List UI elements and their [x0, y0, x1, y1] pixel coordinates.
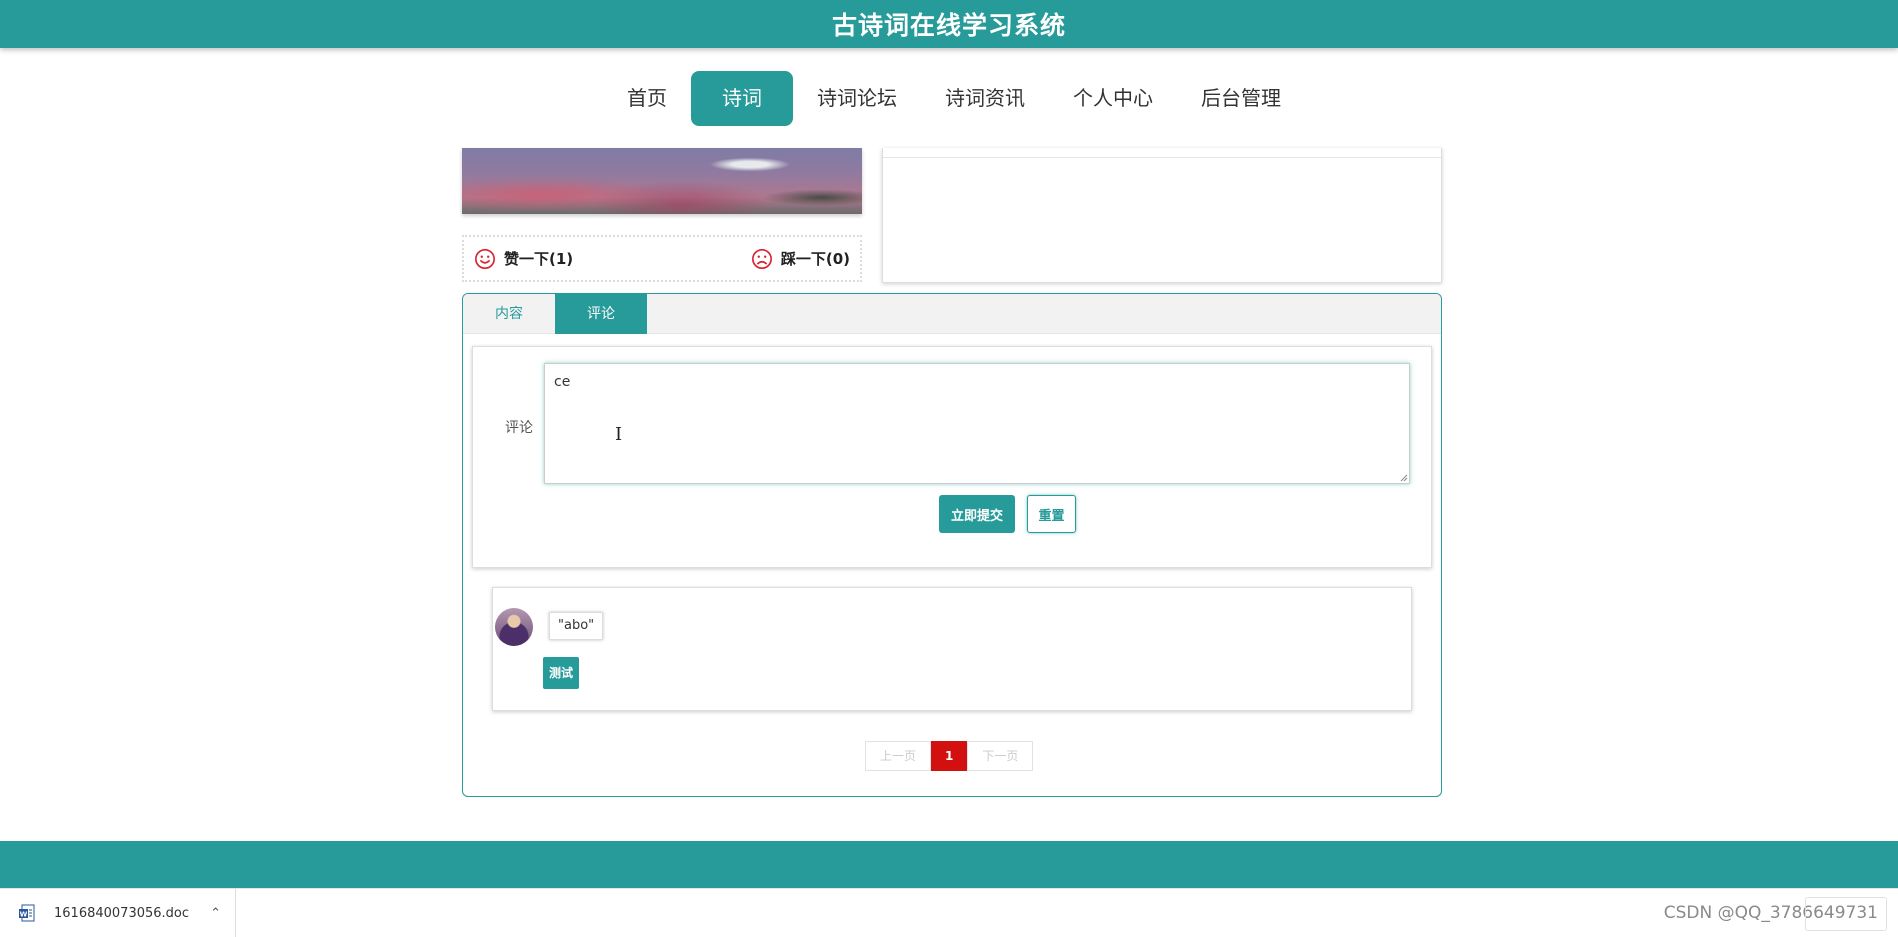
comment-textarea[interactable]: ce [544, 363, 1410, 484]
nav-item-news[interactable]: 诗词资讯 [921, 71, 1049, 126]
text-cursor-icon: I [615, 424, 623, 445]
next-page-button[interactable]: 下一页 [967, 741, 1034, 771]
comment-form: 评论 ce I 立即提交 重置 [472, 346, 1432, 568]
page-number-current[interactable]: 1 [931, 741, 968, 771]
nav-item-forum[interactable]: 诗词论坛 [793, 71, 921, 126]
pagination: 上一页 1 下一页 [865, 741, 1034, 771]
tab-bar: 内容 评论 [463, 294, 1441, 334]
tab-comments[interactable]: 评论 [555, 294, 647, 334]
comment-username: "abo" [549, 612, 604, 640]
comment-field-label: 评论 [505, 420, 533, 436]
prev-page-button[interactable]: 上一页 [865, 741, 932, 771]
like-label: 赞一下(1) [504, 250, 574, 268]
dislike-button[interactable]: 踩一下(0) [751, 248, 850, 270]
nav-item-admin[interactable]: 后台管理 [1177, 71, 1305, 126]
word-doc-icon: W [19, 904, 35, 922]
nav-item-poems[interactable]: 诗词 [691, 71, 793, 126]
svg-text:W: W [20, 910, 28, 918]
site-title: 古诗词在线学习系统 [831, 11, 1066, 40]
comment-item: "abo" 测试 [492, 587, 1412, 711]
resize-grip-icon[interactable] [1400, 474, 1408, 482]
poem-cover-image [462, 148, 862, 214]
like-button[interactable]: 赞一下(1) [474, 248, 573, 270]
download-file-name: 1616840073056.doc [54, 905, 190, 921]
main-nav: 首页 诗词 诗词论坛 诗词资讯 个人中心 后台管理 [0, 71, 1898, 126]
comment-content: 测试 [543, 657, 580, 689]
nav-item-home[interactable]: 首页 [603, 71, 691, 126]
avatar [495, 608, 533, 646]
download-item[interactable]: W 1616840073056.doc ⌃ [18, 889, 236, 937]
vote-box: 赞一下(1) 踩一下(0) [462, 235, 862, 282]
submit-button[interactable]: 立即提交 [939, 495, 1015, 533]
poem-info-panel [882, 148, 1442, 283]
dislike-label: 踩一下(0) [780, 250, 850, 268]
chevron-up-icon[interactable]: ⌃ [210, 906, 221, 921]
footer [0, 841, 1898, 888]
panel-divider [883, 157, 1441, 158]
show-all-downloads-button[interactable] [1805, 897, 1887, 931]
header-bar: 古诗词在线学习系统 [0, 0, 1898, 48]
nav-item-profile[interactable]: 个人中心 [1049, 71, 1177, 126]
browser-download-bar: W 1616840073056.doc ⌃ CSDN @QQ_378664973… [0, 888, 1898, 937]
frown-icon [751, 248, 772, 269]
detail-tabs-card: 内容 评论 评论 ce I 立即提交 重置 "abo" 测试 上一页 1 下一页 [462, 293, 1442, 797]
tab-content[interactable]: 内容 [463, 294, 555, 334]
reset-button[interactable]: 重置 [1027, 495, 1076, 533]
smile-icon [475, 248, 495, 269]
